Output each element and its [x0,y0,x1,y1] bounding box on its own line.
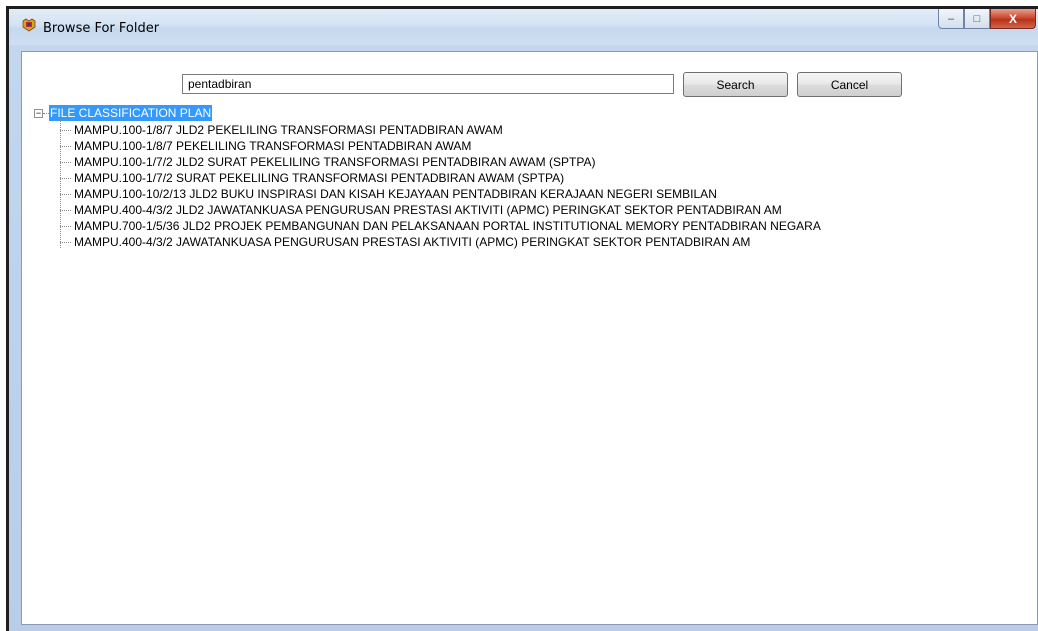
tree-item-label: MAMPU.100-10/2/13 JLD2 BUKU INSPIRASI DA… [74,187,717,201]
tree-item[interactable]: MAMPU.100-1/8/7 PEKELILING TRANSFORMASI … [30,138,1031,154]
maximize-button[interactable]: □ [964,9,990,29]
coat-of-arms-icon [21,18,37,32]
tree-item-label: MAMPU.100-1/7/2 JLD2 SURAT PEKELILING TR… [74,155,596,169]
tree-root-label[interactable]: FILE CLASSIFICATION PLAN [49,105,213,121]
browse-for-folder-window: Browse For Folder – □ X Search Cancel − … [6,6,1038,631]
tree-item-label: MAMPU.100-1/8/7 JLD2 PEKELILING TRANSFOR… [74,123,503,137]
tree-connector [60,178,71,179]
close-button[interactable]: X [990,9,1036,29]
caption-buttons: – □ X [938,9,1036,31]
tree-connector [60,210,71,211]
tree-item-label: MAMPU.700-1/5/36 JLD2 PROJEK PEMBANGUNAN… [74,219,821,233]
tree-connector [60,242,71,243]
minimize-button[interactable]: – [938,9,964,29]
tree-item[interactable]: MAMPU.100-1/7/2 JLD2 SURAT PEKELILING TR… [30,154,1031,170]
cancel-button[interactable]: Cancel [797,72,902,97]
tree-item-label: MAMPU.100-1/8/7 PEKELILING TRANSFORMASI … [74,139,472,153]
search-input[interactable] [182,74,674,94]
tree-item[interactable]: MAMPU.100-1/8/7 JLD2 PEKELILING TRANSFOR… [30,122,1031,138]
dialog-client-area: Search Cancel − FILE CLASSIFICATION PLAN… [21,51,1038,625]
tree-root-node[interactable]: − FILE CLASSIFICATION PLAN [30,105,1031,122]
tree-connector [60,146,71,147]
tree-item[interactable]: MAMPU.100-1/7/2 SURAT PEKELILING TRANSFO… [30,170,1031,186]
tree-item[interactable]: MAMPU.700-1/5/36 JLD2 PROJEK PEMBANGUNAN… [30,218,1031,234]
title-bar[interactable]: Browse For Folder – □ X [9,9,1038,45]
tree-item[interactable]: MAMPU.400-4/3/2 JAWATANKUASA PENGURUSAN … [30,234,1031,250]
tree-item-label: MAMPU.400-4/3/2 JAWATANKUASA PENGURUSAN … [74,235,751,249]
tree-item[interactable]: MAMPU.400-4/3/2 JLD2 JAWATANKUASA PENGUR… [30,202,1031,218]
tree-connector [60,194,71,195]
folder-tree[interactable]: − FILE CLASSIFICATION PLAN MAMPU.100-1/8… [30,105,1031,616]
tree-item[interactable]: MAMPU.100-10/2/13 JLD2 BUKU INSPIRASI DA… [30,186,1031,202]
collapse-icon[interactable]: − [34,109,43,118]
window-title: Browse For Folder [43,21,160,36]
search-button[interactable]: Search [683,72,788,97]
tree-connector [60,226,71,227]
tree-item-label: MAMPU.400-4/3/2 JLD2 JAWATANKUASA PENGUR… [74,203,782,217]
tree-connector [60,130,71,131]
tree-item-label: MAMPU.100-1/7/2 SURAT PEKELILING TRANSFO… [74,171,565,185]
tree-connector [60,162,71,163]
tree-children: MAMPU.100-1/8/7 JLD2 PEKELILING TRANSFOR… [30,120,1031,250]
